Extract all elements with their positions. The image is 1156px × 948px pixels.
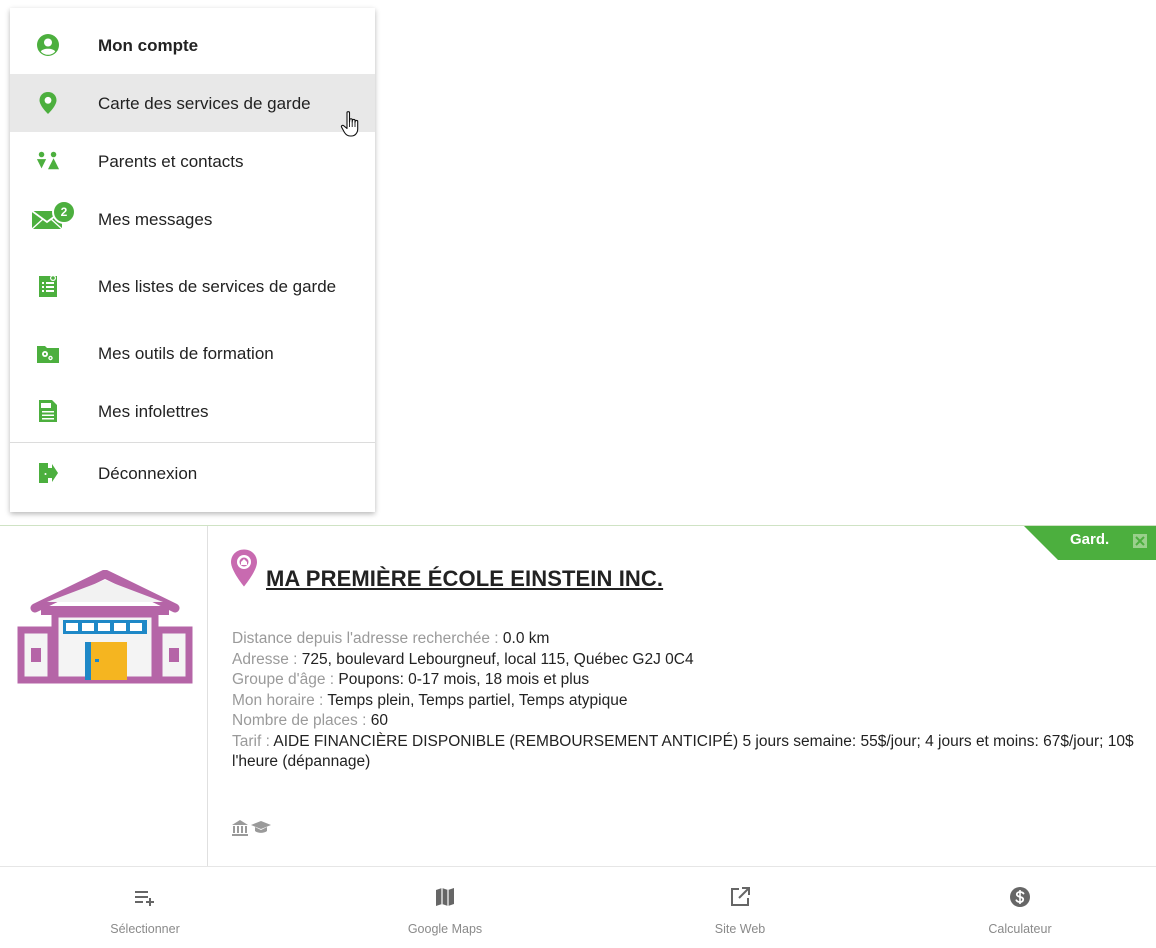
detail-value: AIDE FINANCIÈRE DISPONIBLE (REMBOURSEMEN… bbox=[232, 732, 1134, 771]
menu-item-mon-compte[interactable]: Mon compte bbox=[10, 16, 375, 74]
daycare-building-icon bbox=[17, 570, 193, 684]
daycare-title-link[interactable]: MA PREMIÈRE ÉCOLE EINSTEIN INC. bbox=[266, 566, 663, 592]
detail-key: Adresse : bbox=[232, 650, 302, 668]
detail-schedule: Mon horaire : Temps plein, Temps partiel… bbox=[232, 691, 1147, 712]
google-maps-button[interactable]: Google Maps bbox=[345, 880, 545, 936]
action-label: Calculateur bbox=[988, 922, 1052, 936]
detail-key: Distance depuis l'adresse recherchée : bbox=[232, 630, 503, 647]
logout-icon bbox=[36, 461, 60, 485]
action-label: Sélectionner bbox=[110, 922, 180, 936]
map-pin-icon bbox=[36, 91, 60, 115]
action-label: Site Web bbox=[714, 922, 766, 936]
external-link-icon bbox=[731, 887, 750, 906]
detail-key: Groupe d'âge : bbox=[232, 671, 339, 688]
menu-item-label: Mes outils de formation bbox=[98, 343, 274, 363]
calculator-button[interactable]: Calculateur bbox=[920, 880, 1120, 936]
menu-item-parents-contacts[interactable]: Parents et contacts bbox=[10, 132, 375, 190]
menu-item-label: Déconnexion bbox=[98, 463, 198, 483]
menu-item-label: Mes messages bbox=[98, 209, 213, 229]
select-button[interactable]: Sélectionner bbox=[45, 880, 245, 936]
location-pin-icon bbox=[231, 549, 257, 587]
detail-age-group: Groupe d'âge : Poupons: 0-17 mois, 18 mo… bbox=[232, 670, 1147, 691]
actions-divider bbox=[0, 866, 1156, 867]
account-circle-icon bbox=[36, 33, 60, 57]
newsletter-icon bbox=[36, 399, 60, 423]
graduation-cap-icon bbox=[251, 821, 271, 833]
menu-item-mes-listes[interactable]: Mes listes de services de garde bbox=[10, 248, 375, 324]
detail-value: 60 bbox=[370, 712, 388, 729]
action-label: Google Maps bbox=[407, 922, 483, 936]
list-icon bbox=[36, 274, 60, 298]
detail-value: 0.0 km bbox=[502, 630, 550, 647]
daycare-details: Distance depuis l'adresse recherchée : 0… bbox=[232, 629, 1147, 773]
dollar-icon bbox=[1010, 887, 1030, 907]
detail-key: Tarif : bbox=[232, 732, 274, 750]
account-dropdown-menu: Mon compte Carte des services de garde P… bbox=[10, 8, 375, 512]
menu-item-label: Mes listes de services de garde bbox=[98, 276, 337, 296]
institution-icon bbox=[232, 820, 248, 836]
detail-rate: Tarif : AIDE FINANCIÈRE DISPONIBLE (REMB… bbox=[232, 732, 1147, 773]
category-ribbon-label: Gard. bbox=[1070, 531, 1110, 548]
select-add-icon bbox=[135, 891, 154, 906]
hand-cursor-icon bbox=[340, 111, 359, 137]
detail-address: Adresse : 725, boulevard Lebourgneuf, lo… bbox=[232, 650, 1147, 671]
detail-key: Mon horaire : bbox=[232, 691, 328, 709]
detail-value: Poupons: 0-17 mois, 18 mois et plus bbox=[338, 671, 590, 688]
menu-item-mes-messages[interactable]: 2 Mes messages bbox=[10, 190, 375, 248]
training-folder-icon bbox=[36, 341, 60, 365]
parents-icon bbox=[36, 149, 60, 173]
map-icon bbox=[436, 888, 454, 906]
close-icon[interactable] bbox=[1132, 533, 1148, 549]
menu-item-outils-formation[interactable]: Mes outils de formation bbox=[10, 324, 375, 382]
unread-count-badge: 2 bbox=[52, 200, 76, 224]
website-button[interactable]: Site Web bbox=[640, 880, 840, 936]
menu-item-deconnexion[interactable]: Déconnexion bbox=[10, 444, 375, 502]
menu-item-infolettres[interactable]: Mes infolettres bbox=[10, 382, 375, 440]
menu-item-carte-services[interactable]: Carte des services de garde bbox=[10, 74, 375, 132]
card-top-border bbox=[0, 525, 1156, 526]
feature-icons bbox=[232, 820, 271, 836]
card-divider bbox=[207, 526, 208, 866]
menu-item-label: Mes infolettres bbox=[98, 401, 209, 421]
detail-distance: Distance depuis l'adresse recherchée : 0… bbox=[232, 629, 1147, 650]
detail-key: Nombre de places : bbox=[232, 712, 371, 729]
menu-item-label: Mon compte bbox=[98, 35, 199, 55]
detail-value: 725, boulevard Lebourgneuf, local 115, Q… bbox=[301, 650, 694, 668]
detail-places: Nombre de places : 60 bbox=[232, 711, 1147, 732]
menu-item-label: Carte des services de garde bbox=[98, 93, 311, 113]
menu-divider bbox=[10, 442, 375, 443]
detail-value: Temps plein, Temps partiel, Temps atypiq… bbox=[327, 691, 628, 709]
menu-item-label: Parents et contacts bbox=[98, 151, 244, 171]
